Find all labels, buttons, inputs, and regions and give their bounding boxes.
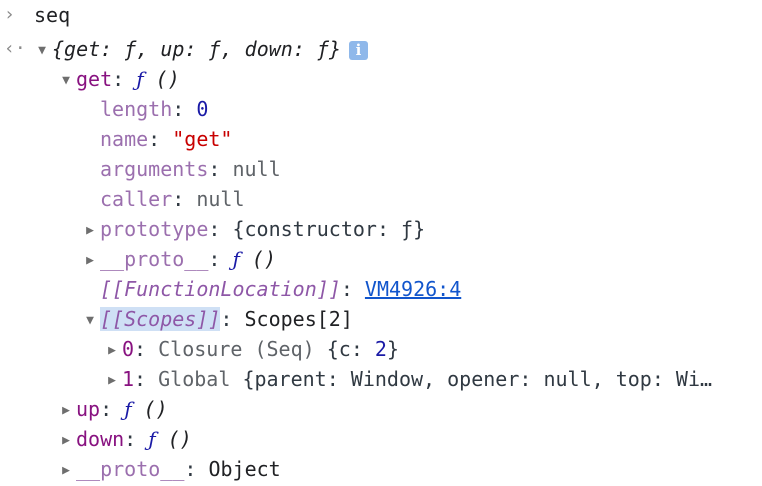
colon: : [112, 67, 125, 91]
scope-preview-close: } [386, 337, 399, 361]
object-preview: {get: ƒ, up: ƒ, down: ƒ} [52, 37, 341, 61]
colon: : [148, 127, 161, 151]
function-parens: () [155, 67, 180, 91]
result-object-row[interactable]: ▼ {get: ƒ, up: ƒ, down: ƒ} i [34, 34, 368, 64]
expand-right-triangle-icon[interactable]: ▶ [58, 456, 74, 486]
input-text: seq [34, 3, 71, 27]
console-panel: › seq ‹· ▼ {get: ƒ, up: ƒ, down: ƒ} i ▼ get… [0, 0, 762, 486]
scope-preview: {parent: Window, opener: null, top: Wi… [242, 367, 713, 391]
expand-right-triangle-icon[interactable]: ▶ [58, 426, 74, 456]
scope-index: 0 [122, 337, 135, 361]
colon: : [340, 277, 353, 301]
colon: : [172, 97, 185, 121]
property-key: caller [100, 187, 173, 211]
caller-property-row: caller: null [100, 184, 245, 214]
property-value: Object [208, 457, 281, 481]
function-glyph: ƒ [148, 427, 156, 451]
down-property-row[interactable]: ▶ down: ƒ () [58, 424, 192, 454]
property-key: get [76, 67, 113, 91]
function-parens: () [251, 247, 277, 271]
object-proto-row[interactable]: ▶ __proto__: Object [58, 454, 281, 484]
property-key: __proto__ [100, 247, 209, 271]
scope-preview-open: {c: [326, 337, 375, 361]
property-key: prototype [100, 217, 209, 241]
property-key: [[FunctionLocation]] [100, 277, 341, 301]
colon: : [124, 427, 137, 451]
colon: : [134, 337, 147, 361]
property-key: name [100, 127, 149, 151]
function-glyph: ƒ [124, 397, 132, 421]
info-icon[interactable]: i [348, 41, 368, 60]
colon: : [172, 187, 185, 211]
expand-right-triangle-icon[interactable]: ▶ [104, 336, 120, 366]
property-value: {constructor: ƒ} [232, 217, 426, 241]
expand-right-triangle-icon[interactable]: ▶ [58, 396, 74, 426]
input-prompt-icon: › [4, 4, 15, 25]
function-parens: () [143, 397, 168, 421]
arguments-property-row: arguments: null [100, 154, 281, 184]
scopes-property-row[interactable]: ▼ [[Scopes]]: Scopes[2] [82, 304, 353, 334]
property-value: null [232, 157, 281, 181]
return-value-icon: ‹· [4, 38, 26, 59]
property-value: Scopes[2] [244, 307, 353, 331]
prototype-property-row[interactable]: ▶ prototype: {constructor: ƒ} [82, 214, 425, 244]
property-key: length [100, 97, 173, 121]
scope-label: Closure (Seq) [158, 337, 315, 361]
scope-row-closure[interactable]: ▶ 0: Closure (Seq) {c: 2} [104, 334, 399, 364]
expand-right-triangle-icon[interactable]: ▶ [104, 366, 120, 396]
up-property-row[interactable]: ▶ up: ƒ () [58, 394, 168, 424]
source-location-link[interactable]: VM4926:4 [365, 277, 461, 301]
scope-index: 1 [122, 367, 135, 391]
function-proto-property-row[interactable]: ▶ __proto__: ƒ () [82, 244, 276, 274]
property-key: __proto__ [76, 457, 185, 481]
property-value: "get" [172, 127, 233, 151]
function-glyph: ƒ [232, 247, 240, 271]
colon: : [184, 457, 197, 481]
function-parens: () [167, 427, 192, 451]
scope-row-global[interactable]: ▶ 1: Global {parent: Window, opener: null… [104, 364, 712, 394]
expand-down-triangle-icon[interactable]: ▼ [58, 66, 74, 96]
colon: : [134, 367, 147, 391]
colon: : [208, 157, 221, 181]
function-glyph: ƒ [136, 67, 144, 91]
get-property-row[interactable]: ▼ get: ƒ () [58, 64, 180, 94]
colon: : [208, 217, 221, 241]
function-location-row: [[FunctionLocation]]: VM4926:4 [100, 274, 461, 304]
colon: : [208, 247, 221, 271]
property-key: up [76, 397, 101, 421]
name-property-row: name: "get" [100, 124, 232, 154]
property-value: 0 [196, 97, 209, 121]
colon: : [100, 397, 113, 421]
colon: : [220, 307, 233, 331]
expand-right-triangle-icon[interactable]: ▶ [82, 216, 98, 246]
console-input-line[interactable]: seq [34, 0, 70, 30]
property-value: null [196, 187, 245, 211]
scope-label: Global [158, 367, 231, 391]
scope-preview-value: 2 [374, 337, 387, 361]
expand-right-triangle-icon[interactable]: ▶ [82, 246, 98, 276]
length-property-row: length: 0 [100, 94, 208, 124]
expand-down-triangle-icon[interactable]: ▼ [34, 36, 50, 66]
property-key: arguments [100, 157, 209, 181]
expand-down-triangle-icon[interactable]: ▼ [82, 306, 98, 336]
property-key: [[Scopes]] [100, 307, 221, 331]
property-key: down [76, 427, 125, 451]
